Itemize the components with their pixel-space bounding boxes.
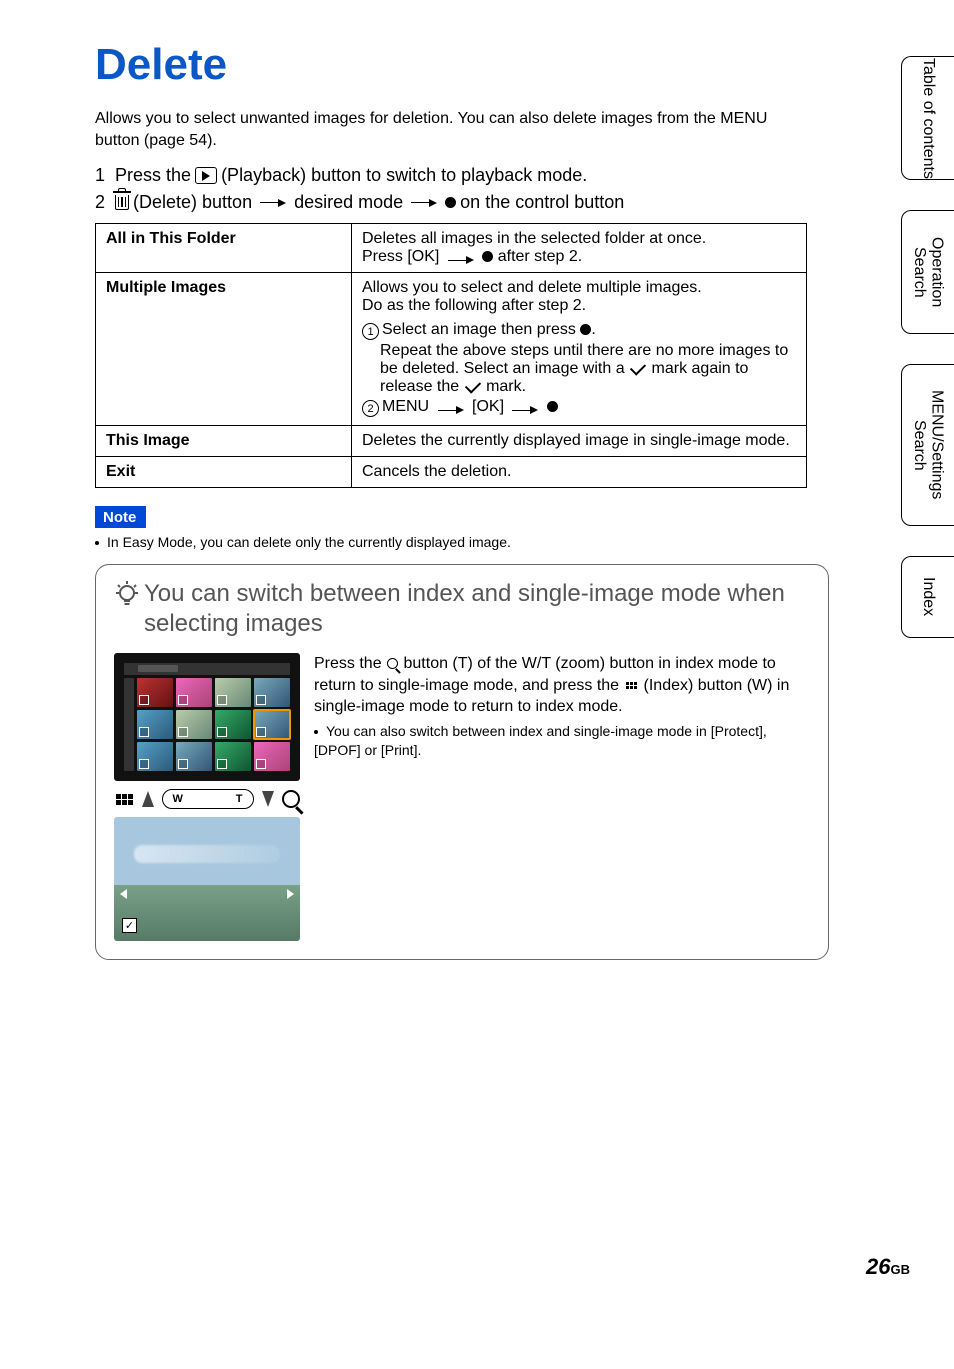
tip-illustrations: W T ✓	[114, 653, 300, 941]
bullet-icon	[95, 541, 99, 545]
modes-table: All in This Folder Deletes all images in…	[95, 223, 807, 488]
arrow-down-icon	[262, 791, 274, 807]
center-button-icon	[445, 197, 456, 208]
arrow-right-icon	[512, 406, 538, 414]
checkmark-icon	[464, 377, 480, 393]
substep-2-icon: 2	[362, 400, 379, 417]
mode-multiple-desc: Allows you to select and delete multiple…	[352, 273, 807, 426]
tip-sub-text: You can also switch between index and si…	[314, 723, 767, 758]
cell-text: mark.	[486, 378, 526, 395]
center-button-icon	[580, 324, 591, 335]
zoom-t-label: T	[236, 793, 243, 805]
arrow-right-icon	[260, 199, 286, 207]
note-body: In Easy Mode, you can delete only the cu…	[107, 534, 511, 550]
center-button-icon	[547, 401, 558, 412]
index-grid-icon	[626, 682, 638, 689]
tab-operation-search[interactable]: Operation Search	[901, 210, 954, 334]
trash-icon	[115, 195, 129, 210]
page-number-suffix: GB	[891, 1262, 911, 1277]
substep-1-text: Select an image then press .	[382, 321, 796, 339]
cell-text: Allows you to select and delete multiple…	[362, 279, 702, 296]
playback-icon	[195, 167, 217, 184]
page-title: Delete	[95, 40, 889, 90]
zoom-pill: W T	[162, 789, 254, 809]
arrow-right-icon	[411, 199, 437, 207]
tip-text-a: Press the	[314, 655, 382, 672]
zoom-control-illustration: W T	[114, 789, 300, 809]
mode-this-image-desc: Deletes the currently displayed image in…	[352, 426, 807, 457]
cell-text: [OK]	[472, 398, 504, 415]
intro-text: Allows you to select unwanted images for…	[95, 108, 805, 151]
arrow-right-icon	[438, 406, 464, 414]
mode-exit-desc: Cancels the deletion.	[352, 457, 807, 488]
page-number-value: 26	[866, 1254, 890, 1279]
arrow-right-icon	[448, 256, 474, 264]
cell-text: Deletes all images in the selected folde…	[362, 230, 706, 247]
magnify-icon	[387, 658, 398, 669]
table-row: Exit Cancels the deletion.	[96, 457, 807, 488]
index-view-illustration	[114, 653, 300, 781]
step-1-text-a: Press the	[115, 165, 191, 186]
substep-1-icon: 1	[362, 323, 379, 340]
zoom-w-label: W	[173, 793, 183, 805]
mode-multiple-label: Multiple Images	[96, 273, 352, 426]
step-1-num: 1	[95, 165, 105, 186]
step-2-text-b: desired mode	[294, 192, 403, 213]
mode-all-folder-desc: Deletes all images in the selected folde…	[352, 224, 807, 273]
substep-2-text: MENU [OK]	[382, 398, 796, 416]
cell-text: Select an image then press	[382, 321, 576, 338]
center-button-icon	[482, 251, 493, 262]
side-tabs: Table of contents Operation Search MENU/…	[901, 56, 954, 638]
tab-menu-settings-search[interactable]: MENU/Settings Search	[901, 364, 954, 526]
step-1: 1 Press the (Playback) button to switch …	[95, 165, 889, 186]
table-row: All in This Folder Deletes all images in…	[96, 224, 807, 273]
substep-1-cont: Repeat the above steps until there are n…	[380, 342, 796, 396]
step-2-text-a: (Delete) button	[133, 192, 252, 213]
bullet-icon	[314, 730, 318, 734]
hint-icon	[114, 579, 140, 613]
mode-exit-label: Exit	[96, 457, 352, 488]
step-2-num: 2	[95, 192, 105, 213]
tab-table-of-contents[interactable]: Table of contents	[901, 56, 954, 180]
cell-text: Do as the following after step 2.	[362, 297, 586, 314]
cell-text: after step 2.	[498, 248, 583, 265]
step-2-text-c: on the control button	[460, 192, 624, 213]
tip-box: You can switch between index and single-…	[95, 564, 829, 960]
single-view-illustration: ✓	[114, 817, 300, 941]
step-1-text-b: (Playback) button to switch to playback …	[221, 165, 587, 186]
mode-this-image-label: This Image	[96, 426, 352, 457]
note-text: In Easy Mode, you can delete only the cu…	[95, 534, 889, 550]
tip-title: You can switch between index and single-…	[144, 579, 810, 639]
tab-index[interactable]: Index	[901, 556, 954, 638]
table-row: This Image Deletes the currently display…	[96, 426, 807, 457]
magnify-icon	[282, 790, 300, 808]
tip-body-text: Press the button (T) of the W/T (zoom) b…	[314, 653, 810, 941]
note-badge: Note	[95, 506, 146, 528]
cell-text: MENU	[382, 398, 429, 415]
step-2: 2 (Delete) button desired mode on the co…	[95, 192, 889, 213]
checkmark-icon	[630, 359, 646, 375]
arrow-up-icon	[142, 791, 154, 807]
cell-text: Press [OK]	[362, 248, 439, 265]
table-row: Multiple Images Allows you to select and…	[96, 273, 807, 426]
page-number: 26GB	[866, 1254, 910, 1280]
cell-text: .	[591, 321, 595, 338]
mode-all-folder-label: All in This Folder	[96, 224, 352, 273]
index-grid-icon	[115, 793, 134, 806]
